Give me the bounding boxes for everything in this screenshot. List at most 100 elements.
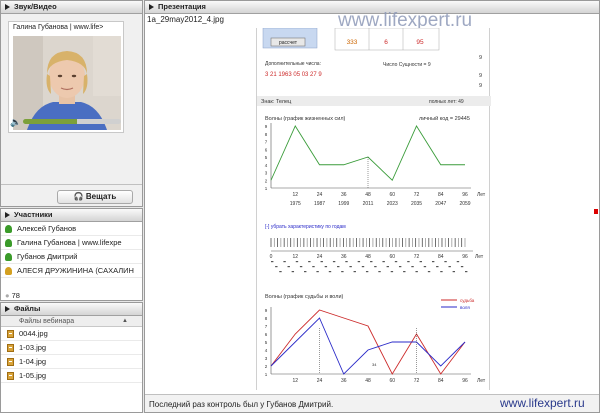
audio-video-panel: Звук/Видео Галина Губанова | www.life> 🔈… [0,0,143,207]
sort-arrow-icon[interactable]: ▲ [122,316,128,327]
y-tick-label: 8 [265,132,268,137]
fate-will-chart: 12345678912 24 36 48 60 72 84 96 Лет34 [265,307,486,384]
timeline-mark [312,266,315,268]
timeline-mark [291,271,295,273]
y-tick-label: 1 [265,372,268,377]
y-tick-label: 9 [265,124,268,129]
user-icon [5,239,12,247]
presentation-footer: Последний раз контроль был у Губанов Дми… [145,394,599,412]
y-tick-label: 8 [265,316,268,321]
headset-icon: 🎧 [73,192,86,201]
timeline-mark [374,266,377,268]
series-line [270,125,465,182]
collapse-icon[interactable] [149,4,154,10]
files-column-label: Файлы вебинара [19,318,75,325]
timeline-mark [440,271,443,273]
number-1: 333 [347,39,358,46]
timeline-mark [271,261,274,263]
people-icon: ● [5,291,12,300]
x-tick-label: 24 [317,378,323,384]
timeline-mark [394,261,398,263]
year-label: 2011 [363,201,374,207]
participant-count: ● 78 [5,291,20,300]
zodiac-sign: Знак: Телец [261,99,292,105]
timeline-mark [345,261,348,263]
timeline-mark [444,261,447,263]
x-tick-label: 36 [341,378,347,384]
chart2-title: Волны (график судьбы и воли) [265,294,344,300]
y-tick-label: 4 [265,348,268,353]
participant-row[interactable]: Галина Губанова | www.lifexpe [1,236,142,250]
file-name: 0044.jpg [19,329,48,338]
y-tick-label: 5 [265,340,268,345]
x-tick-label: 72 [414,378,420,384]
collapse-icon[interactable] [5,212,10,218]
timeline-mark [386,266,389,268]
video-box: Галина Губанова | www.life> [8,21,124,133]
add-numbers-values: 3 21 1963 05 03 27 9 [265,72,322,78]
x-tick-label: 36 [341,192,347,198]
y-tick-label: 5 [265,155,268,160]
timeline-unit: Лет [475,254,484,260]
file-name: 1-03.jpg [19,343,47,352]
file-row[interactable]: 0044.jpg [1,327,142,341]
nine-c: 9 [479,83,482,89]
participant-row[interactable]: Губанов Дмитрий [1,250,142,264]
timeline-mark [357,261,361,263]
y-tick-label: 2 [265,178,268,183]
broadcast-button[interactable]: 🎧 Вещать [57,190,133,204]
timeline-mark [411,266,414,268]
life-force-chart: 1234567891219752419873619994820116020237… [265,123,486,207]
slide-svg: рассчет 333 6 95 9 Дополнительные числа:… [257,27,491,384]
x-tick-label: 60 [389,378,395,384]
file-row[interactable]: 1-05.jpg [1,369,142,383]
participant-row[interactable]: Алексей Губанов [1,222,142,236]
participant-name: АЛЕСЯ ДРУЖИНИНА (САХАЛИН [17,266,134,275]
user-icon [5,225,12,233]
file-name: 1-04.jpg [19,357,47,366]
audio-video-header[interactable]: Звук/Видео [1,1,142,14]
video-user-name: Галина Губанова | www.life> [13,24,104,31]
volume-slider[interactable] [23,119,121,124]
timeline-mark [436,266,439,268]
timeline-label: 84 [438,254,444,260]
participants-header[interactable]: Участники [1,209,142,222]
collapse-icon[interactable] [5,306,10,312]
collapse-icon[interactable] [5,4,10,10]
x-tick-label: 48 [365,378,371,384]
timeline-label: 72 [414,254,420,260]
pointer-marker [594,209,598,214]
timeline-mark [341,271,344,273]
footer-site: www.lifexpert.ru [500,396,585,410]
essence-number: Число Сущности = 9 [383,62,431,68]
participant-name: Галина Губанова | www.lifexpe [17,238,122,247]
personal-code: личный код = 29445 [419,115,470,122]
timeline-label: 60 [389,254,395,260]
participants-title: Участники [14,210,53,219]
y-tick-label: 3 [265,171,268,176]
participant-row[interactable]: АЛЕСЯ ДРУЖИНИНА (САХАЛИН [1,264,142,278]
presentation-panel: Презентация 1a_29may2012_4.jpg www.lifex… [144,0,600,413]
nine-b: 9 [479,73,482,79]
image-file-icon [7,358,14,366]
x-tick-label: 84 [438,192,444,198]
x-tick-label: 96 [462,378,468,384]
legend-will: воля [460,305,470,310]
file-row[interactable]: 1-03.jpg [1,341,142,355]
x-tick-label: 96 [462,192,468,198]
year-label: 1999 [338,201,349,207]
x-tick-label: 24 [317,192,323,198]
files-header[interactable]: Файлы [1,303,142,316]
file-row[interactable]: 1-04.jpg [1,355,142,369]
file-name: 1-05.jpg [19,371,47,380]
speaker-icon[interactable]: 🔈 [10,117,21,128]
legend-fate: судьба [460,298,475,303]
timeline-mark [448,266,451,268]
timeline-mark [465,271,468,273]
timeline-mark [337,266,340,268]
y-tick-label: 6 [265,147,268,152]
remove-characteristics-link[interactable]: [-] убрать характеристику по годам [265,224,346,230]
x-unit-label: Лет [477,192,486,198]
files-column-header[interactable]: Файлы вебинара ▲ [1,316,142,327]
years-timeline: 0 12 24 36 48 60 72 84 96 Лет [270,238,484,273]
